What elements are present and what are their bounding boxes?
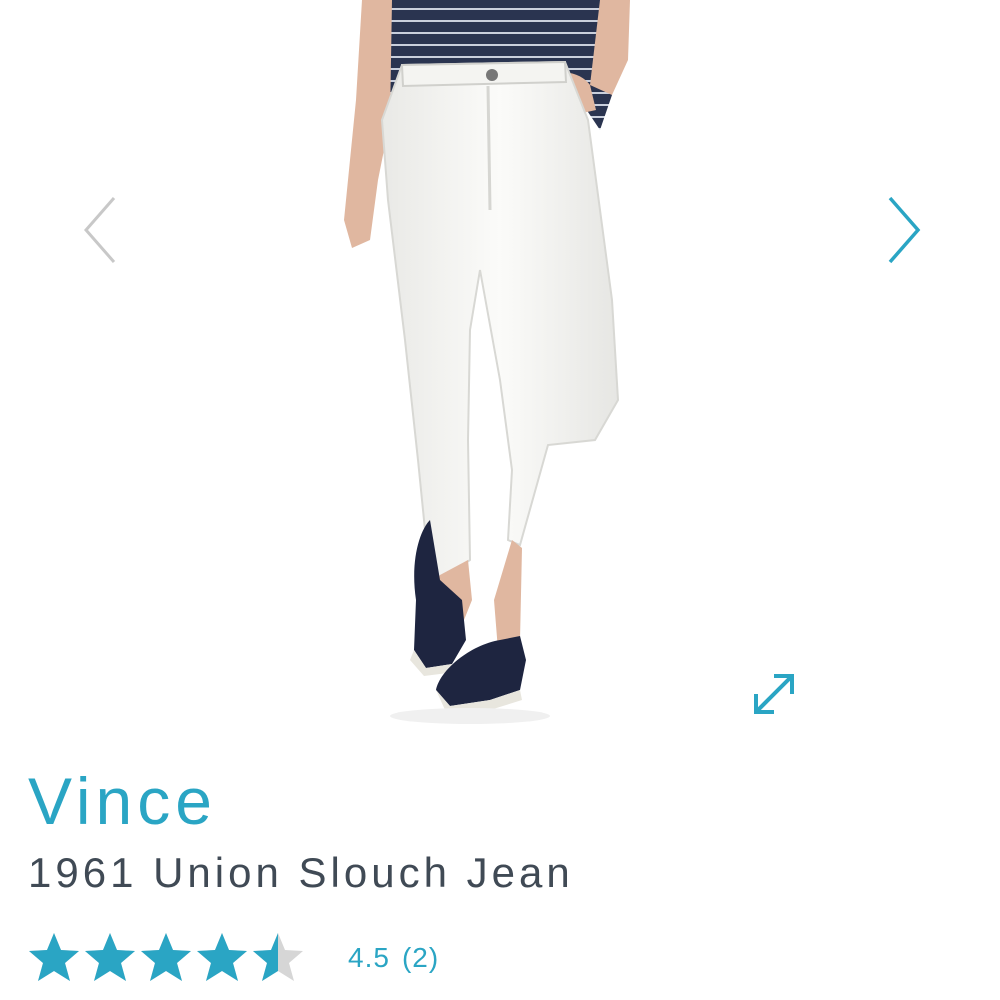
product-rating[interactable]: 4.5 (2) <box>26 926 439 990</box>
product-page: Vince 1961 Union Slouch Jean 4.5 (2) <box>0 0 1000 1000</box>
product-title: 1961 Union Slouch Jean <box>28 849 574 896</box>
star-icon <box>29 933 79 981</box>
review-count: (2) <box>401 942 440 973</box>
chevron-right-icon[interactable] <box>880 190 930 270</box>
brand-name[interactable]: Vince <box>28 762 217 841</box>
product-gallery[interactable] <box>0 0 1000 740</box>
rating-stars <box>26 930 306 986</box>
chevron-left-icon[interactable] <box>78 190 128 270</box>
expand-arrows-icon[interactable] <box>748 668 800 720</box>
star-icon <box>197 933 247 981</box>
rating-value: 4.5 <box>348 942 390 973</box>
star-icon <box>141 933 191 981</box>
star-icon <box>253 933 303 981</box>
star-icon <box>85 933 135 981</box>
rating-summary: 4.5 (2) <box>348 942 439 974</box>
product-photo[interactable] <box>300 0 700 740</box>
